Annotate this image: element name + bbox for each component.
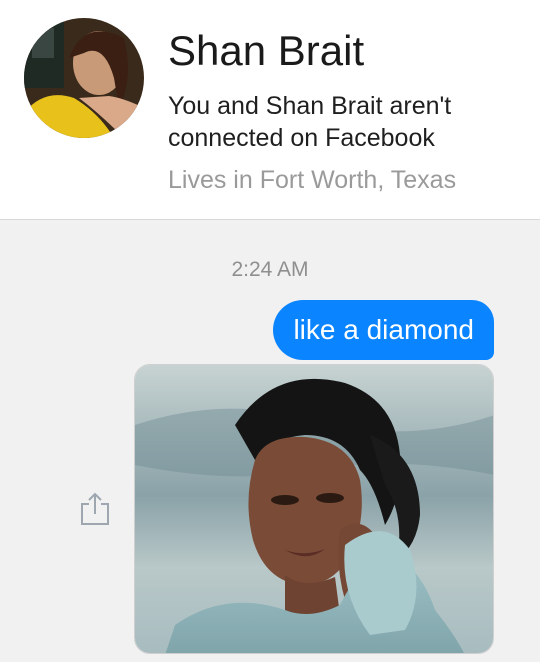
sent-message-bubble[interactable]: like a diamond [273,300,494,360]
contact-name: Shan Brait [168,27,365,74]
shared-photo [135,365,493,653]
contact-avatar[interactable] [24,18,144,138]
contact-header: Shan Brait You and Shan Brait aren't con… [0,0,540,220]
share-icon[interactable] [78,490,112,528]
message-timestamp: 2:24 AM [231,258,309,281]
avatar-photo [24,18,144,138]
share-upload-icon [81,492,109,525]
received-photo-message[interactable] [134,364,494,654]
contact-location: Lives in Fort Worth, Texas [168,166,457,194]
connection-status: You and Shan Brait aren't connected on F… [168,92,452,152]
